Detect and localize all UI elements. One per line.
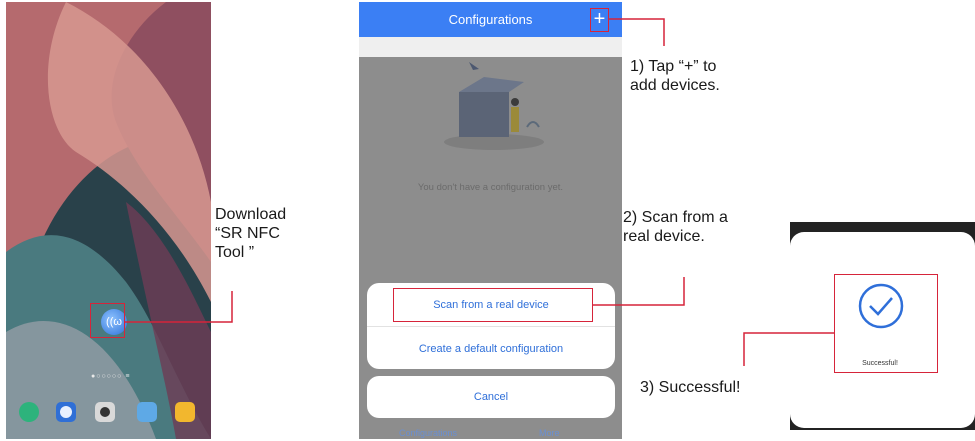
annotation-connectors [125,18,834,366]
download-instruction: Download “SR NFC Tool ” [215,206,287,261]
step-3-instruction: 3) Successful! [640,379,741,396]
step-2-instruction: 2) Scan from a real device. [623,209,728,245]
step-1-instruction: 1) Tap “+” to add devices. [630,58,720,94]
